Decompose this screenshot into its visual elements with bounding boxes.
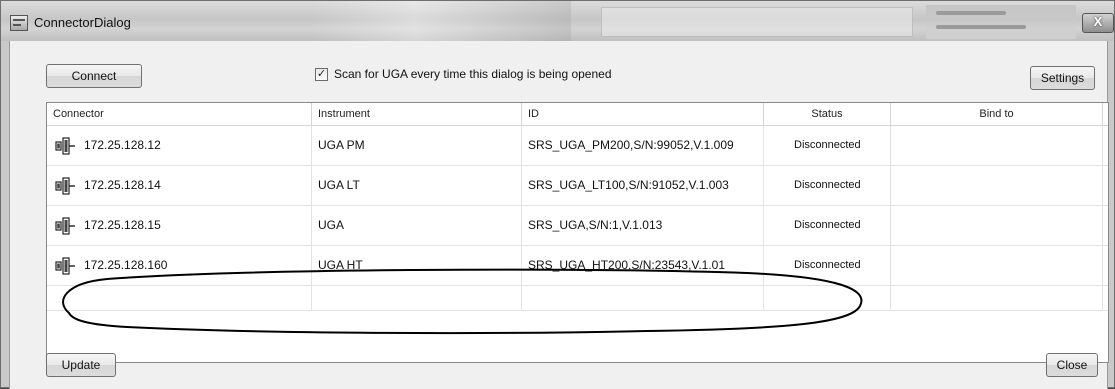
title-bar[interactable]: ConnectorDialog X [1,1,1114,41]
connector-address: 172.25.128.15 [84,218,161,232]
status-cell: Disconnected [764,246,891,285]
close-button[interactable]: Close [1046,353,1098,377]
connector-dialog-window: ConnectorDialog X Connect ✓ Scan for UGA… [0,0,1115,389]
bind-to-cell[interactable] [891,246,1103,285]
instrument-cell: UGA [312,206,522,245]
network-connector-icon [55,217,75,235]
empty-cell [47,286,312,310]
bind-to-cell[interactable] [891,166,1103,205]
settings-button[interactable]: Settings [1030,66,1095,90]
empty-cell [891,286,1103,310]
network-connector-icon [55,177,75,195]
id-cell: SRS_UGA_HT200,S/N:23543,V.1.01 [522,246,764,285]
empty-cell [522,286,764,310]
table-row[interactable]: 172.25.128.12 UGA PM SRS_UGA_PM200,S/N:9… [47,126,1108,166]
column-header-id[interactable]: ID [522,103,764,125]
column-header-status[interactable]: Status [764,103,891,125]
id-cell: SRS_UGA_LT100,S/N:91052,V.1.003 [522,166,764,205]
window-close-button[interactable]: X [1082,13,1114,33]
connector-cell: 172.25.128.15 [47,206,312,245]
instrument-cell: UGA PM [312,126,522,165]
table-row[interactable]: 172.25.128.14 UGA LT SRS_UGA_LT100,S/N:9… [47,166,1108,206]
table-empty-row [47,286,1108,311]
titlebar-glass-reflection [311,1,571,41]
connect-button[interactable]: Connect [46,64,142,88]
dialog-app-icon [10,15,28,31]
connector-address: 172.25.128.160 [84,258,168,272]
connector-address: 172.25.128.14 [84,178,161,192]
window-title: ConnectorDialog [34,15,131,30]
id-cell: SRS_UGA_PM200,S/N:99052,V.1.009 [522,126,764,165]
empty-cell [312,286,522,310]
network-connector-icon [55,257,75,275]
status-cell: Disconnected [764,166,891,205]
id-cell: SRS_UGA,S/N:1,V.1.013 [522,206,764,245]
column-header-connector[interactable]: Connector [47,103,312,125]
scan-checkbox[interactable]: ✓ [315,68,328,81]
bind-to-cell[interactable] [891,206,1103,245]
connector-cell: 172.25.128.160 [47,246,312,285]
table-header: Connector Instrument ID Status Bind to [47,103,1108,126]
connector-table[interactable]: Connector Instrument ID Status Bind to 1 [46,102,1109,363]
column-header-bind-to[interactable]: Bind to [891,103,1103,125]
network-connector-icon [55,137,75,155]
titlebar-background-text [926,5,1076,39]
scan-checkbox-label[interactable]: Scan for UGA every time this dialog is b… [334,67,612,81]
table-row[interactable]: 172.25.128.160 UGA HT SRS_UGA_HT200,S/N:… [47,246,1108,286]
empty-cell [764,286,891,310]
table-row[interactable]: 172.25.128.15 UGA SRS_UGA,S/N:1,V.1.013 … [47,206,1108,246]
instrument-cell: UGA HT [312,246,522,285]
connector-cell: 172.25.128.12 [47,126,312,165]
dialog-client-area: Connect ✓ Scan for UGA every time this d… [9,41,1109,389]
bind-to-cell[interactable] [891,126,1103,165]
column-header-instrument[interactable]: Instrument [312,103,522,125]
update-button[interactable]: Update [46,353,116,377]
connector-address: 172.25.128.12 [84,138,161,152]
connector-cell: 172.25.128.14 [47,166,312,205]
status-cell: Disconnected [764,126,891,165]
status-cell: Disconnected [764,206,891,245]
titlebar-background-window [601,7,913,37]
instrument-cell: UGA LT [312,166,522,205]
